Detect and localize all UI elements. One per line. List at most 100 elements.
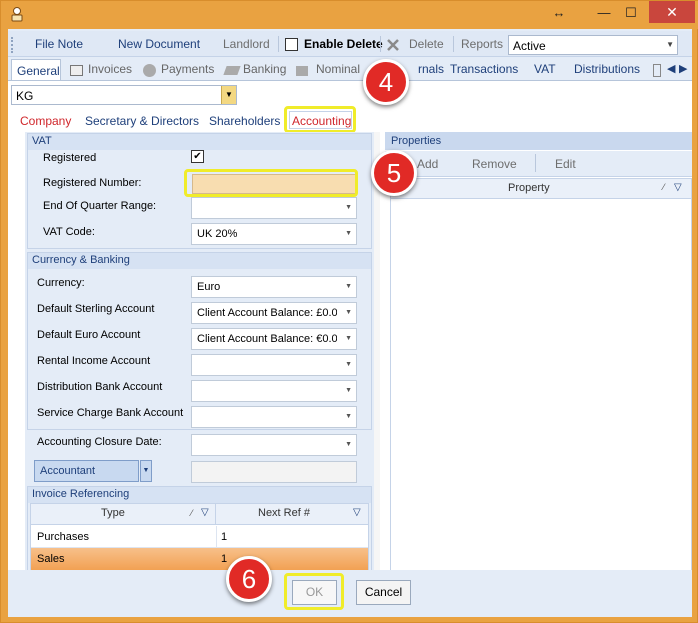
- rental-income-select[interactable]: ▼: [191, 354, 357, 376]
- scroll-right-icon[interactable]: ▶: [679, 62, 687, 75]
- column-header-property[interactable]: Property ⁄ ▽: [391, 179, 691, 199]
- step-badge-6: 6: [226, 556, 272, 602]
- column-header-type[interactable]: Type ⁄ ▽: [31, 504, 216, 525]
- splitter[interactable]: [374, 132, 380, 571]
- distribution-bank-label: Distribution Bank Account: [37, 381, 163, 393]
- euro-account-value: Client Account Balance: €0.0: [197, 333, 337, 345]
- toolbar: File Note New Document Landlord Enable D…: [8, 31, 692, 57]
- currency-select[interactable]: Euro ▼: [191, 276, 357, 298]
- accountant-dropdown-icon[interactable]: ▼: [140, 460, 152, 482]
- tab-payments[interactable]: Payments: [161, 62, 214, 76]
- service-charge-select[interactable]: ▼: [191, 406, 357, 428]
- properties-title: Properties: [385, 132, 692, 150]
- highlight-registered-number: [184, 169, 358, 197]
- chevron-down-icon: ▼: [345, 230, 352, 237]
- edit-property-button[interactable]: Edit: [555, 157, 576, 171]
- cancel-button[interactable]: Cancel: [356, 580, 411, 605]
- toolbar-divider: [535, 154, 536, 172]
- sort-icon: ⁄: [663, 182, 665, 192]
- maximize-button[interactable]: ☐: [621, 1, 641, 25]
- tab-invoices[interactable]: Invoices: [88, 62, 132, 76]
- tab-journals[interactable]: rnals: [418, 62, 444, 76]
- scroll-left-icon[interactable]: ◀: [667, 62, 675, 75]
- vat-code-value: UK 20%: [197, 228, 238, 240]
- tab-general[interactable]: General: [11, 59, 61, 81]
- toolbar-divider: [380, 36, 381, 52]
- invoice-referencing-title: Invoice Referencing: [28, 487, 371, 503]
- type-cell: Purchases: [37, 531, 89, 543]
- chevron-down-icon: ▼: [666, 40, 674, 49]
- banking-icon: [223, 66, 241, 75]
- highlight-ok: [284, 573, 344, 610]
- chevron-down-icon: ▼: [345, 309, 352, 316]
- sort-icon: ⁄: [191, 508, 193, 518]
- registered-label: Registered: [43, 152, 97, 164]
- tab-transactions[interactable]: Transactions: [450, 62, 518, 76]
- registered-number-label: Registered Number:: [43, 177, 142, 189]
- tab-distributions[interactable]: Distributions: [574, 62, 640, 76]
- delete-button[interactable]: Delete: [409, 37, 444, 51]
- new-document-button[interactable]: New Document: [118, 37, 200, 51]
- euro-account-label: Default Euro Account: [37, 329, 141, 341]
- tab-nominal[interactable]: Nominal: [316, 62, 360, 76]
- currency-value: Euro: [197, 281, 221, 293]
- accountant-select[interactable]: Accountant: [34, 460, 139, 482]
- main-window: ↔ — ☐ ✕ File Note New Document Landlord …: [0, 0, 698, 623]
- minimize-button[interactable]: —: [594, 1, 614, 25]
- service-charge-label: Service Charge Bank Account: [37, 407, 184, 419]
- reports-select[interactable]: Active ▼: [508, 35, 678, 55]
- chevron-down-icon: ▼: [345, 441, 352, 448]
- landlord-button[interactable]: Landlord: [223, 37, 270, 51]
- chevron-down-icon: ▼: [345, 204, 352, 211]
- column-header-next-ref[interactable]: Next Ref # ▽: [216, 504, 368, 525]
- close-button[interactable]: ✕: [649, 1, 695, 23]
- chevron-down-icon: ▼: [345, 335, 352, 342]
- reports-label: Reports: [461, 37, 504, 51]
- chevron-down-icon: ▼: [345, 283, 352, 290]
- tab-vat[interactable]: VAT: [534, 62, 556, 76]
- rental-income-label: Rental Income Account: [37, 355, 151, 367]
- vat-code-select[interactable]: UK 20% ▼: [191, 223, 357, 245]
- accountant-field[interactable]: [191, 461, 357, 483]
- add-property-button[interactable]: Add: [417, 157, 438, 171]
- sterling-account-select[interactable]: Client Account Balance: £0.0 ▼: [191, 302, 357, 324]
- entity-value: KG: [16, 89, 34, 103]
- chevron-down-icon: ▼: [345, 413, 352, 420]
- enable-delete-checkbox[interactable]: [285, 38, 298, 51]
- resize-icon[interactable]: ↔: [549, 1, 569, 25]
- sterling-account-label: Default Sterling Account: [37, 303, 155, 315]
- column-header-label: Next Ref #: [258, 507, 310, 519]
- quarter-range-select[interactable]: ▼: [191, 197, 357, 219]
- entity-select[interactable]: KG ▼: [11, 85, 237, 105]
- filter-icon[interactable]: ▽: [674, 182, 682, 193]
- chevron-down-icon: ▼: [345, 387, 352, 394]
- vat-code-label: VAT Code:: [43, 226, 95, 238]
- overflow-icon: [653, 64, 661, 77]
- file-note-button[interactable]: File Note: [35, 37, 83, 51]
- window-client: File Note New Document Landlord Enable D…: [8, 29, 692, 617]
- distribution-bank-select[interactable]: ▼: [191, 380, 357, 402]
- table-row[interactable]: Purchases 1: [31, 526, 368, 548]
- remove-property-button[interactable]: Remove: [472, 157, 517, 171]
- subtab-secretary-directors[interactable]: Secretary & Directors: [85, 114, 199, 128]
- euro-account-select[interactable]: Client Account Balance: €0.0 ▼: [191, 328, 357, 350]
- registered-checkbox[interactable]: ✔: [191, 150, 204, 163]
- enable-delete-label[interactable]: Enable Delete: [304, 37, 383, 51]
- sterling-account-value: Client Account Balance: £0.0: [197, 307, 337, 319]
- subtab-company[interactable]: Company: [20, 114, 71, 128]
- column-header-label: Type: [101, 507, 125, 519]
- filter-icon[interactable]: ▽: [201, 507, 209, 518]
- nominal-icon: [296, 66, 308, 76]
- subtab-shareholders[interactable]: Shareholders: [209, 114, 280, 128]
- currency-label: Currency:: [37, 277, 85, 289]
- invoices-icon: [70, 65, 83, 76]
- step-badge-4: 4: [363, 59, 409, 105]
- closure-date-picker[interactable]: ▼: [191, 434, 357, 456]
- table-row-selected[interactable]: Sales 1: [31, 548, 368, 570]
- title-bar: ↔ — ☐ ✕: [1, 1, 698, 29]
- dialog-footer: OK Cancel 6: [8, 556, 692, 617]
- payments-icon: [143, 64, 156, 77]
- tab-banking[interactable]: Banking: [243, 62, 286, 76]
- filter-icon[interactable]: ▽: [353, 507, 361, 518]
- properties-toolbar: Add Remove Edit: [385, 151, 692, 177]
